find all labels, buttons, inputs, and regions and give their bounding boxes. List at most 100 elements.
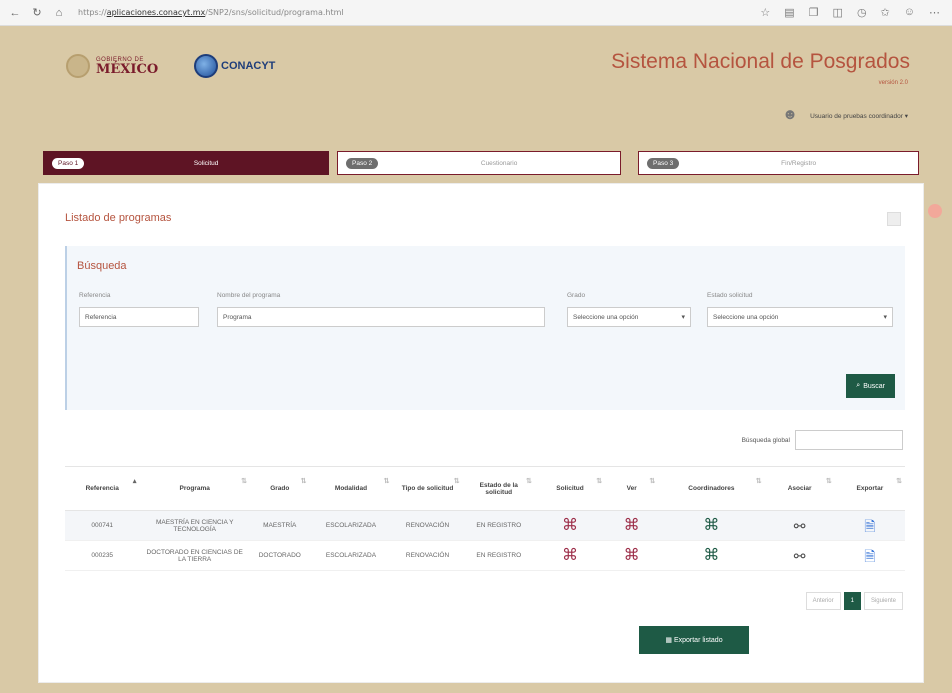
- cell-exportar: 🗎: [834, 510, 905, 541]
- pager-page-button[interactable]: 1: [843, 592, 861, 610]
- col-coordinadores-label: Coordinadores: [688, 485, 735, 492]
- referencia-label: Referencia: [79, 292, 111, 299]
- sort-icon: ⇅: [300, 478, 307, 485]
- cell-referencia: 000235: [65, 540, 140, 571]
- cell-ver: ⌘: [605, 540, 659, 571]
- search-icon: ⌕: [856, 382, 861, 389]
- col-solicitud[interactable]: Solicitud ⇅: [534, 466, 606, 511]
- cell-solicitud: ⌘: [534, 540, 606, 571]
- cell-tipo: RENOVACIÓN: [392, 510, 463, 541]
- grado-select-value: Seleccione una opción: [573, 313, 639, 321]
- cell-referencia: 000741: [65, 510, 140, 541]
- table-row: 000741 MAESTRÍA EN CIENCIA Y TECNOLOGÍA …: [65, 510, 905, 541]
- pagination: Anterior 1 Siguiente: [805, 592, 903, 610]
- link-icon[interactable]: ⚯: [794, 548, 806, 564]
- sort-icon: ⇅: [526, 478, 532, 485]
- cell-modalidad: ESCOLARIZADA: [309, 510, 393, 541]
- cell-estado: EN REGISTRO: [462, 510, 535, 541]
- binoculars-icon[interactable]: ⌘: [562, 517, 578, 534]
- gobierno-logo[interactable]: GOBIERNO DE MÉXICO: [66, 54, 158, 78]
- extensions-icon[interactable]: ◫: [833, 6, 843, 19]
- binoculars-icon[interactable]: ⌘: [624, 547, 640, 564]
- history-icon[interactable]: ◷: [857, 6, 867, 19]
- side-notification-dot[interactable]: [928, 204, 942, 218]
- col-asociar[interactable]: Asociar ⇅: [764, 466, 835, 511]
- profile-icon[interactable]: ☺: [904, 6, 915, 19]
- step-pill: Paso 2: [346, 157, 379, 169]
- estado-select[interactable]: Seleccione una opción ▾: [707, 307, 893, 327]
- conacyt-logo[interactable]: CONACYT: [194, 54, 275, 78]
- col-coordinadores[interactable]: Coordinadores ⇅: [658, 466, 765, 511]
- cell-asociar: ⚯: [764, 540, 835, 571]
- col-tipo[interactable]: Tipo de solicitud ⇅: [392, 466, 463, 511]
- export-list-label: Exportar listado: [673, 636, 723, 644]
- document-icon[interactable]: 🗎: [864, 548, 875, 564]
- step-solicitud[interactable]: Paso 1 Solicitud: [43, 151, 329, 175]
- user-menu[interactable]: ☻ Usuario de pruebas coordinador ▾: [782, 106, 908, 126]
- global-search-input[interactable]: [795, 430, 903, 450]
- estado-label: Estado solicitud: [707, 292, 753, 299]
- system-version: versión 2.0: [878, 80, 908, 86]
- export-list-button[interactable]: ▦ Exportar listado: [639, 626, 749, 654]
- back-icon[interactable]: ←: [6, 4, 24, 22]
- col-estado-label: Estado de la solicitud: [479, 481, 518, 496]
- globe-icon: [194, 54, 218, 78]
- star-icon[interactable]: ☆: [760, 6, 770, 19]
- cell-programa: DOCTORADO EN CIENCIAS DE LA TIERRA: [139, 540, 250, 571]
- global-search-label: Búsqueda global: [741, 436, 790, 444]
- col-programa[interactable]: Programa ⇅: [139, 466, 250, 511]
- url-host: aplicaciones.conacyt.mx: [106, 8, 206, 17]
- col-estado[interactable]: Estado de la solicitud ⇅: [462, 466, 535, 511]
- binoculars-icon[interactable]: ⌘: [624, 517, 640, 534]
- global-search: Búsqueda global: [742, 430, 903, 450]
- binoculars-icon[interactable]: ⌘: [703, 517, 719, 534]
- col-grado[interactable]: Grado ⇅: [250, 466, 310, 511]
- col-asociar-label: Asociar: [787, 485, 812, 492]
- binoculars-icon[interactable]: ⌘: [562, 547, 578, 564]
- document-icon[interactable]: 🗎: [864, 518, 875, 534]
- reload-icon[interactable]: ↻: [28, 4, 46, 22]
- cell-estado: EN REGISTRO: [462, 540, 535, 571]
- sort-icon: ⇅: [383, 478, 390, 485]
- col-referencia[interactable]: Referencia ▴: [65, 466, 140, 511]
- step-label: Fin/Registro: [781, 159, 817, 167]
- referencia-input[interactable]: Referencia: [79, 307, 199, 327]
- chevron-down-icon: ▾: [883, 314, 887, 321]
- cell-coordinadores: ⌘: [658, 510, 765, 541]
- step-cuestionario[interactable]: Paso 2 Cuestionario: [337, 151, 621, 175]
- programa-input[interactable]: Programa: [217, 307, 545, 327]
- chevron-down-icon: ▾: [681, 314, 685, 321]
- col-modalidad[interactable]: Modalidad ⇅: [309, 466, 393, 511]
- binoculars-icon[interactable]: ⌘: [703, 547, 719, 564]
- browser-toolbar: ← ↻ ⌂ https://aplicaciones.conacyt.mx/SN…: [0, 0, 952, 26]
- col-ver[interactable]: Ver ⇅: [605, 466, 659, 511]
- reader-icon[interactable]: ▤: [784, 6, 794, 19]
- pager-next-button[interactable]: Siguiente: [863, 592, 903, 610]
- collapse-icon[interactable]: [887, 212, 901, 226]
- cell-ver: ⌘: [605, 510, 659, 541]
- programs-table: Referencia ▴ Programa ⇅ Grado ⇅ Modalidad ⇅ …: [65, 466, 905, 571]
- step-pill: Paso 3: [647, 157, 680, 169]
- buscar-button[interactable]: ⌕ Buscar: [846, 374, 895, 398]
- card-title: Listado de programas: [65, 212, 172, 224]
- menu-icon[interactable]: ⋯: [929, 6, 940, 19]
- pager-prev-button[interactable]: Anterior: [805, 592, 841, 610]
- cell-grado: DOCTORADO: [250, 540, 310, 571]
- sort-icon: ⇅: [453, 478, 460, 485]
- user-name: Usuario de pruebas coordinador ▾: [810, 113, 908, 120]
- home-icon[interactable]: ⌂: [50, 4, 68, 22]
- col-exportar[interactable]: Exportar ⇅: [834, 466, 905, 511]
- estado-select-value: Seleccione una opción: [713, 313, 779, 321]
- sort-icon: ⇅: [896, 478, 902, 485]
- col-grado-label: Grado: [270, 485, 290, 492]
- cell-modalidad: ESCOLARIZADA: [309, 540, 393, 571]
- grado-select[interactable]: Seleccione una opción ▾: [567, 307, 691, 327]
- collections-icon[interactable]: ❐: [809, 6, 819, 19]
- address-bar[interactable]: https://aplicaciones.conacyt.mx/SNP2/sns…: [72, 4, 632, 22]
- favorites-icon[interactable]: ✩: [881, 6, 890, 19]
- table-row: 000235 DOCTORADO EN CIENCIAS DE LA TIERR…: [65, 540, 905, 571]
- sort-icon: ⇅: [825, 478, 832, 485]
- link-icon[interactable]: ⚯: [794, 518, 806, 534]
- step-pill: Paso 1: [52, 157, 85, 169]
- step-fin-registro[interactable]: Paso 3 Fin/Registro: [638, 151, 919, 175]
